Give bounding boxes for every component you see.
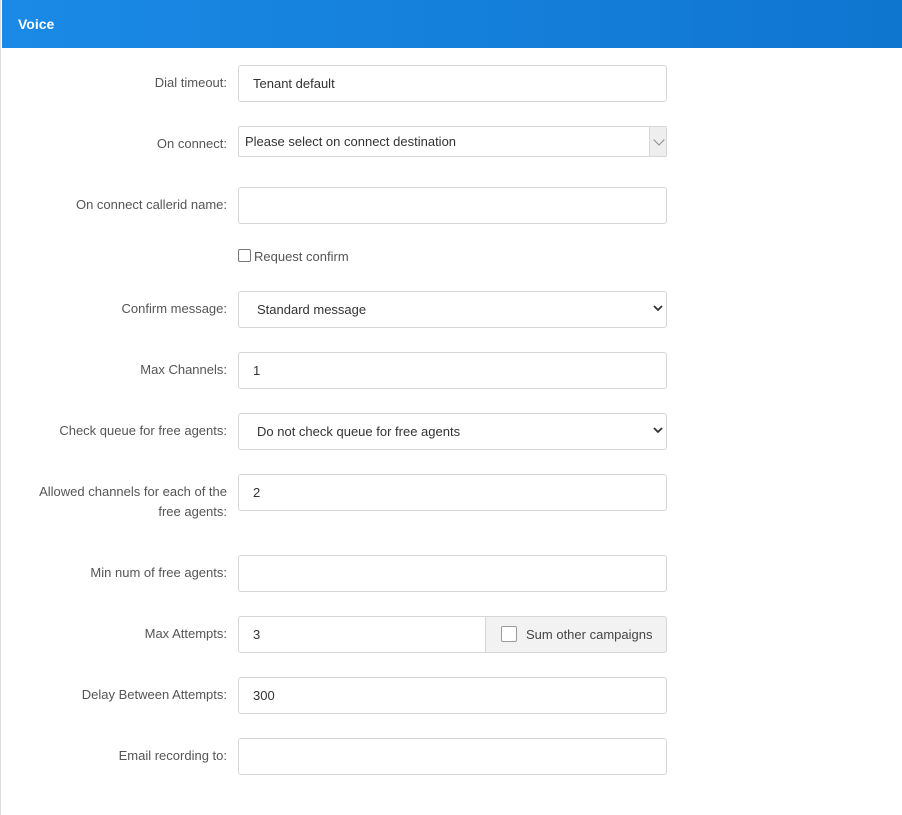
check-queue-value: Do not check queue for free agents	[257, 424, 461, 439]
confirm-message-select[interactable]: Standard message	[238, 291, 667, 328]
confirm-message-value: Standard message	[257, 302, 367, 317]
check-queue-label: Check queue for free agents:	[59, 423, 227, 438]
request-confirm-label: Request confirm	[254, 249, 349, 264]
sum-other-campaigns-label: Sum other campaigns	[526, 627, 653, 642]
voice-panel: Voice Dial timeout: Tenant default On co…	[0, 0, 902, 815]
panel-title: Voice	[18, 16, 55, 32]
dial-timeout-select[interactable]: Tenant default	[238, 65, 667, 102]
on-connect-placeholder: Please select on connect destination	[245, 134, 457, 149]
allowed-channels-label-line2: free agents:	[158, 504, 227, 519]
email-recording-input[interactable]	[238, 738, 667, 775]
min-free-agents-label: Min num of free agents:	[90, 565, 227, 580]
callerid-name-label: On connect callerid name:	[75, 197, 227, 212]
on-connect-dropdown-button[interactable]	[649, 127, 666, 156]
allowed-channels-input[interactable]: 2	[238, 474, 667, 511]
on-connect-label: On connect:	[156, 136, 227, 151]
max-attempts-input[interactable]: 3	[238, 616, 486, 653]
chevron-down-icon	[653, 134, 665, 146]
max-attempts-label: Max Attempts:	[144, 626, 227, 641]
callerid-name-input[interactable]	[238, 187, 667, 224]
chevron-down-icon	[653, 305, 663, 312]
sum-other-campaigns-checkbox[interactable]	[501, 626, 517, 642]
max-attempts-value: 3	[253, 627, 261, 642]
max-channels-label: Max Channels:	[140, 362, 227, 377]
sum-other-campaigns-addon[interactable]: Sum other campaigns	[485, 616, 667, 653]
check-queue-select[interactable]: Do not check queue for free agents	[238, 413, 667, 450]
email-recording-label: Email recording to:	[118, 748, 227, 763]
allowed-channels-value: 2	[253, 485, 261, 500]
delay-between-attempts-input[interactable]: 300	[238, 677, 667, 714]
allowed-channels-label-line1: Allowed channels for each of the	[39, 484, 227, 499]
delay-between-attempts-value: 300	[253, 688, 275, 703]
request-confirm-checkbox[interactable]	[238, 249, 251, 262]
max-channels-value: 1	[253, 363, 261, 378]
min-free-agents-input[interactable]	[238, 555, 667, 592]
confirm-message-label: Confirm message:	[121, 301, 227, 316]
panel-header: Voice	[2, 0, 902, 48]
on-connect-select[interactable]: Please select on connect destination	[238, 126, 667, 157]
delay-between-attempts-label: Delay Between Attempts:	[81, 687, 227, 702]
dial-timeout-value: Tenant default	[253, 76, 335, 91]
allowed-channels-label: Allowed channels for each of the free ag…	[39, 482, 227, 522]
max-channels-input[interactable]: 1	[238, 352, 667, 389]
dial-timeout-label: Dial timeout:	[154, 75, 227, 90]
chevron-down-icon	[653, 427, 663, 434]
